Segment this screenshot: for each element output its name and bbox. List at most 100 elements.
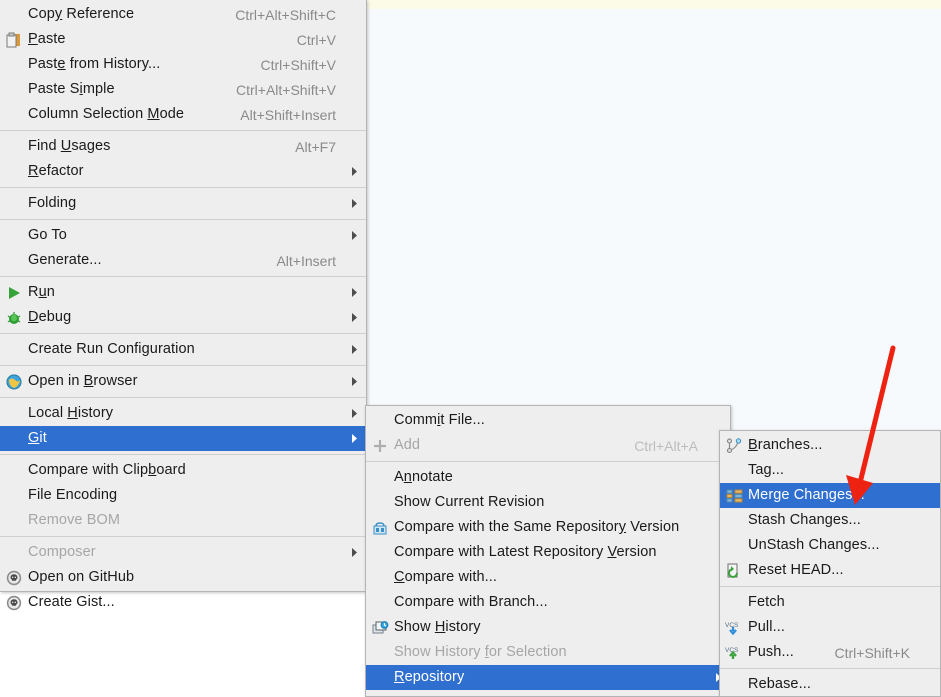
menu-item-label: Composer [28, 544, 96, 560]
menu-item-reset-head[interactable]: Reset HEAD... [720, 558, 940, 583]
menu-item-show-current-revision[interactable]: Show Current Revision [366, 490, 730, 515]
menu-item-label: Compare with Latest Repository Version [394, 544, 657, 560]
menu-item-composer: Composer [0, 540, 366, 565]
menu-item-pull[interactable]: VCS Pull... [720, 615, 940, 640]
menu-item-compare-with-branch[interactable]: Compare with Branch... [366, 590, 730, 615]
menu-item-label: Remove BOM [28, 512, 121, 528]
editor-context-menu[interactable]: Copy Reference Ctrl+Alt+Shift+C Paste Ctrl+… [0, 0, 367, 610]
menu-item-label: Branches... [748, 437, 823, 453]
menu-item-unstash-changes[interactable]: UnStash Changes... [720, 533, 940, 558]
menu-separator [720, 668, 940, 669]
menu-separator [0, 219, 366, 220]
github-icon [0, 565, 28, 590]
menu-separator [0, 276, 366, 277]
no-icon [0, 52, 28, 77]
chevron-right-icon [346, 313, 366, 322]
menu-item-label: Create Run Configuration [28, 341, 195, 357]
no-icon [720, 458, 748, 483]
no-icon [366, 665, 394, 690]
menu-separator [0, 365, 366, 366]
no-icon [720, 533, 748, 558]
no-icon [0, 337, 28, 362]
menu-item-label: Push... [748, 644, 794, 660]
menu-item-open-in-browser[interactable]: Open in Browser [0, 369, 366, 394]
menu-item-commit-file[interactable]: Commit File... [366, 408, 730, 433]
menu-item-paste-simple[interactable]: Paste Simple Ctrl+Alt+Shift+V [0, 77, 366, 102]
menu-item-compare-with-clipboard[interactable]: Compare with Clipboard [0, 458, 366, 483]
menu-item-find-usages[interactable]: Find Usages Alt+F7 [0, 134, 366, 159]
add-icon [366, 433, 394, 458]
menu-item-label: Paste Simple [28, 81, 115, 97]
menu-item-label: Open in Browser [28, 373, 138, 389]
menu-item-push[interactable]: VCS Push... Ctrl+Shift+K [720, 640, 940, 665]
menu-item-label: Compare with Clipboard [28, 462, 186, 478]
menu-item-go-to[interactable]: Go To [0, 223, 366, 248]
chevron-right-icon [346, 377, 366, 386]
run-icon [0, 280, 28, 305]
menu-item-local-history[interactable]: Local History [0, 401, 366, 426]
chevron-right-icon [346, 167, 366, 176]
no-icon [366, 408, 394, 433]
no-icon [366, 490, 394, 515]
menu-item-label: Copy Reference [28, 6, 135, 22]
menu-separator [0, 397, 366, 398]
menu-item-merge-changes[interactable]: Merge Changes... [720, 483, 940, 508]
menu-item-repository[interactable]: Repository [366, 665, 730, 690]
paste-icon [0, 27, 28, 52]
no-icon [366, 565, 394, 590]
menu-item-shortcut: Ctrl+Alt+Shift+C [235, 6, 336, 23]
menu-item-fetch[interactable]: Fetch [720, 590, 940, 615]
menu-item-branches[interactable]: Branches... [720, 433, 940, 458]
no-icon [366, 465, 394, 490]
repository-submenu[interactable]: Branches... Tag... Merge Changes... Stash C… [719, 430, 941, 697]
menu-item-git[interactable]: Git [0, 426, 366, 451]
no-icon [0, 401, 28, 426]
no-icon [0, 483, 28, 508]
menu-item-label: Show History for Selection [394, 644, 567, 660]
menu-item-refactor[interactable]: Refactor [0, 159, 366, 184]
menu-item-label: Pull... [748, 619, 785, 635]
menu-item-label: Reset HEAD... [748, 562, 844, 578]
menu-item-stash-changes[interactable]: Stash Changes... [720, 508, 940, 533]
menu-item-shortcut: Alt+Shift+Insert [240, 106, 336, 123]
menu-item-create-run-configuration[interactable]: Create Run Configuration [0, 337, 366, 362]
browser-icon [0, 369, 28, 394]
menu-item-show-history[interactable]: Show History [366, 615, 730, 640]
menu-item-paste-from-history[interactable]: Paste from History... Ctrl+Shift+V [0, 52, 366, 77]
menu-item-generate[interactable]: Generate... Alt+Insert [0, 248, 366, 273]
menu-item-create-gist[interactable]: Create Gist... [0, 590, 366, 615]
menu-item-rebase[interactable]: Rebase... [720, 672, 940, 697]
history-icon [366, 615, 394, 640]
menu-item-compare-with-the-same-repository-version[interactable]: Compare with the Same Repository Version [366, 515, 730, 540]
menu-item-run[interactable]: Run [0, 280, 366, 305]
github-icon [0, 590, 28, 615]
no-icon [0, 134, 28, 159]
debug-icon [0, 305, 28, 330]
no-icon [0, 2, 28, 27]
menu-item-paste[interactable]: Paste Ctrl+V [0, 27, 366, 52]
menu-item-add: Add Ctrl+Alt+A [366, 433, 730, 458]
menu-item-copy-reference[interactable]: Copy Reference Ctrl+Alt+Shift+C [0, 2, 366, 27]
menu-item-shortcut: Ctrl+V [296, 31, 336, 48]
menu-item-label: Local History [28, 405, 114, 421]
menu-item-label: Stash Changes... [748, 512, 861, 528]
no-icon [0, 223, 28, 248]
menu-item-label: Column Selection Mode [28, 106, 185, 122]
menu-item-remove-bom: Remove BOM [0, 508, 366, 533]
menu-item-label: Compare with... [394, 569, 498, 585]
menu-item-folding[interactable]: Folding [0, 191, 366, 216]
menu-item-label: Compare with the Same Repository Version [394, 519, 680, 535]
no-icon [0, 540, 28, 565]
menu-item-tag[interactable]: Tag... [720, 458, 940, 483]
menu-item-compare-with[interactable]: Compare with... [366, 565, 730, 590]
menu-item-file-encoding[interactable]: File Encoding [0, 483, 366, 508]
menu-item-label: Compare with Branch... [394, 594, 548, 610]
git-submenu[interactable]: Commit File... Add Ctrl+Alt+A Annotate Show … [365, 405, 731, 697]
menu-item-label: Annotate [394, 469, 453, 485]
menu-item-column-selection-mode[interactable]: Column Selection Mode Alt+Shift+Insert [0, 102, 366, 127]
menu-item-debug[interactable]: Debug [0, 305, 366, 330]
menu-item-annotate[interactable]: Annotate [366, 465, 730, 490]
menu-item-open-on-github[interactable]: Open on GitHub [0, 565, 366, 590]
no-icon [720, 590, 748, 615]
menu-item-compare-with-latest-repository-version[interactable]: Compare with Latest Repository Version [366, 540, 730, 565]
